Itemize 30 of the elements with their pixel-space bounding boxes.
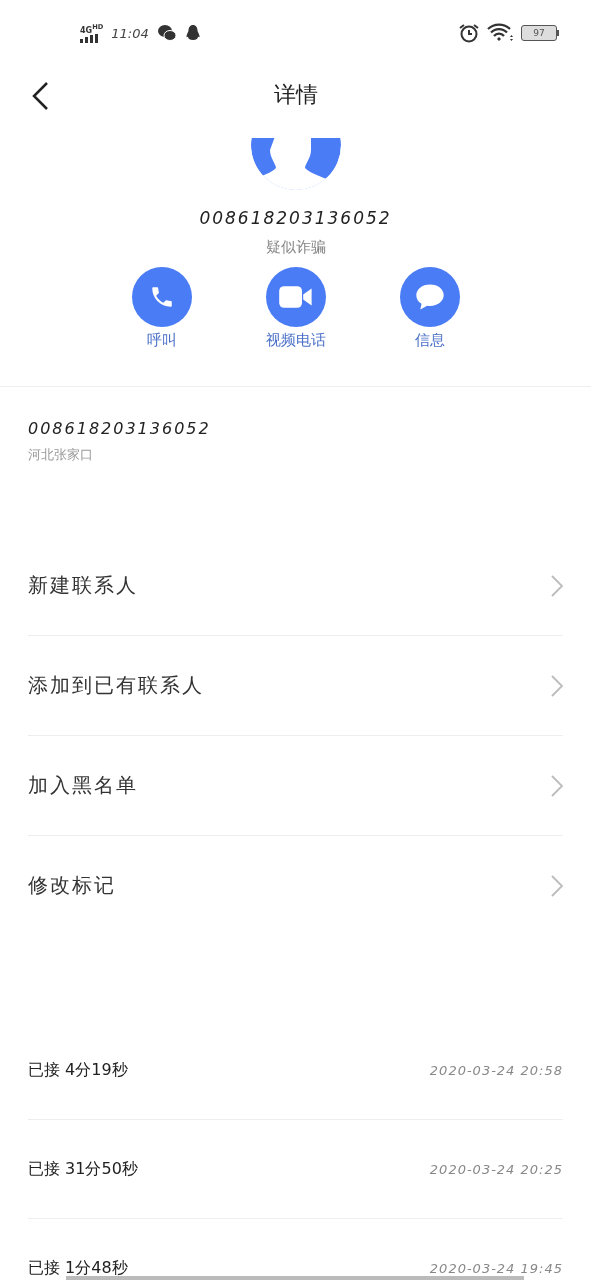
call-time: 2020-03-24 20:58 (429, 1062, 563, 1078)
call-action-button[interactable]: 呼叫 (116, 267, 207, 350)
chevron-right-icon (551, 874, 563, 897)
page-title: 详情 (273, 81, 318, 109)
message-action-button[interactable]: 信息 (384, 267, 475, 350)
number-location: 河北张家口 (28, 446, 94, 464)
alarm-clock-icon (459, 23, 479, 43)
menu-item[interactable]: 添加到已有联系人 (28, 672, 204, 699)
video-action-button[interactable]: 视频电话 (250, 267, 341, 350)
video-camera-icon (278, 285, 313, 309)
call-record: 已接 31分50秒 (28, 1158, 138, 1180)
phone-number: 008618203136052 (28, 419, 212, 438)
phone-number: 008618203136052 (198, 208, 393, 228)
call-time: 2020-03-24 19:45 (429, 1260, 563, 1276)
wifi-icon (487, 23, 513, 43)
number-tag: 疑似诈骗 (0, 238, 591, 257)
chevron-right-icon (551, 674, 563, 697)
menu-item[interactable]: 加入黑名单 (28, 772, 138, 799)
menu-item[interactable]: 新建联系人 (28, 572, 138, 599)
penguin-icon (184, 24, 201, 42)
call-record: 已接 1分48秒 (28, 1257, 128, 1279)
chat-app-icon (156, 24, 177, 42)
chevron-right-icon (551, 574, 563, 597)
call-record: 已接 4分19秒 (28, 1059, 128, 1081)
call-time: 2020-03-24 20:25 (429, 1161, 563, 1177)
chat-bubble-icon (413, 282, 446, 312)
menu-item[interactable]: 修改标记 (28, 872, 116, 899)
chevron-right-icon (551, 774, 563, 797)
status-time: 11:04 (111, 25, 149, 41)
battery-icon: 97 (521, 25, 559, 41)
